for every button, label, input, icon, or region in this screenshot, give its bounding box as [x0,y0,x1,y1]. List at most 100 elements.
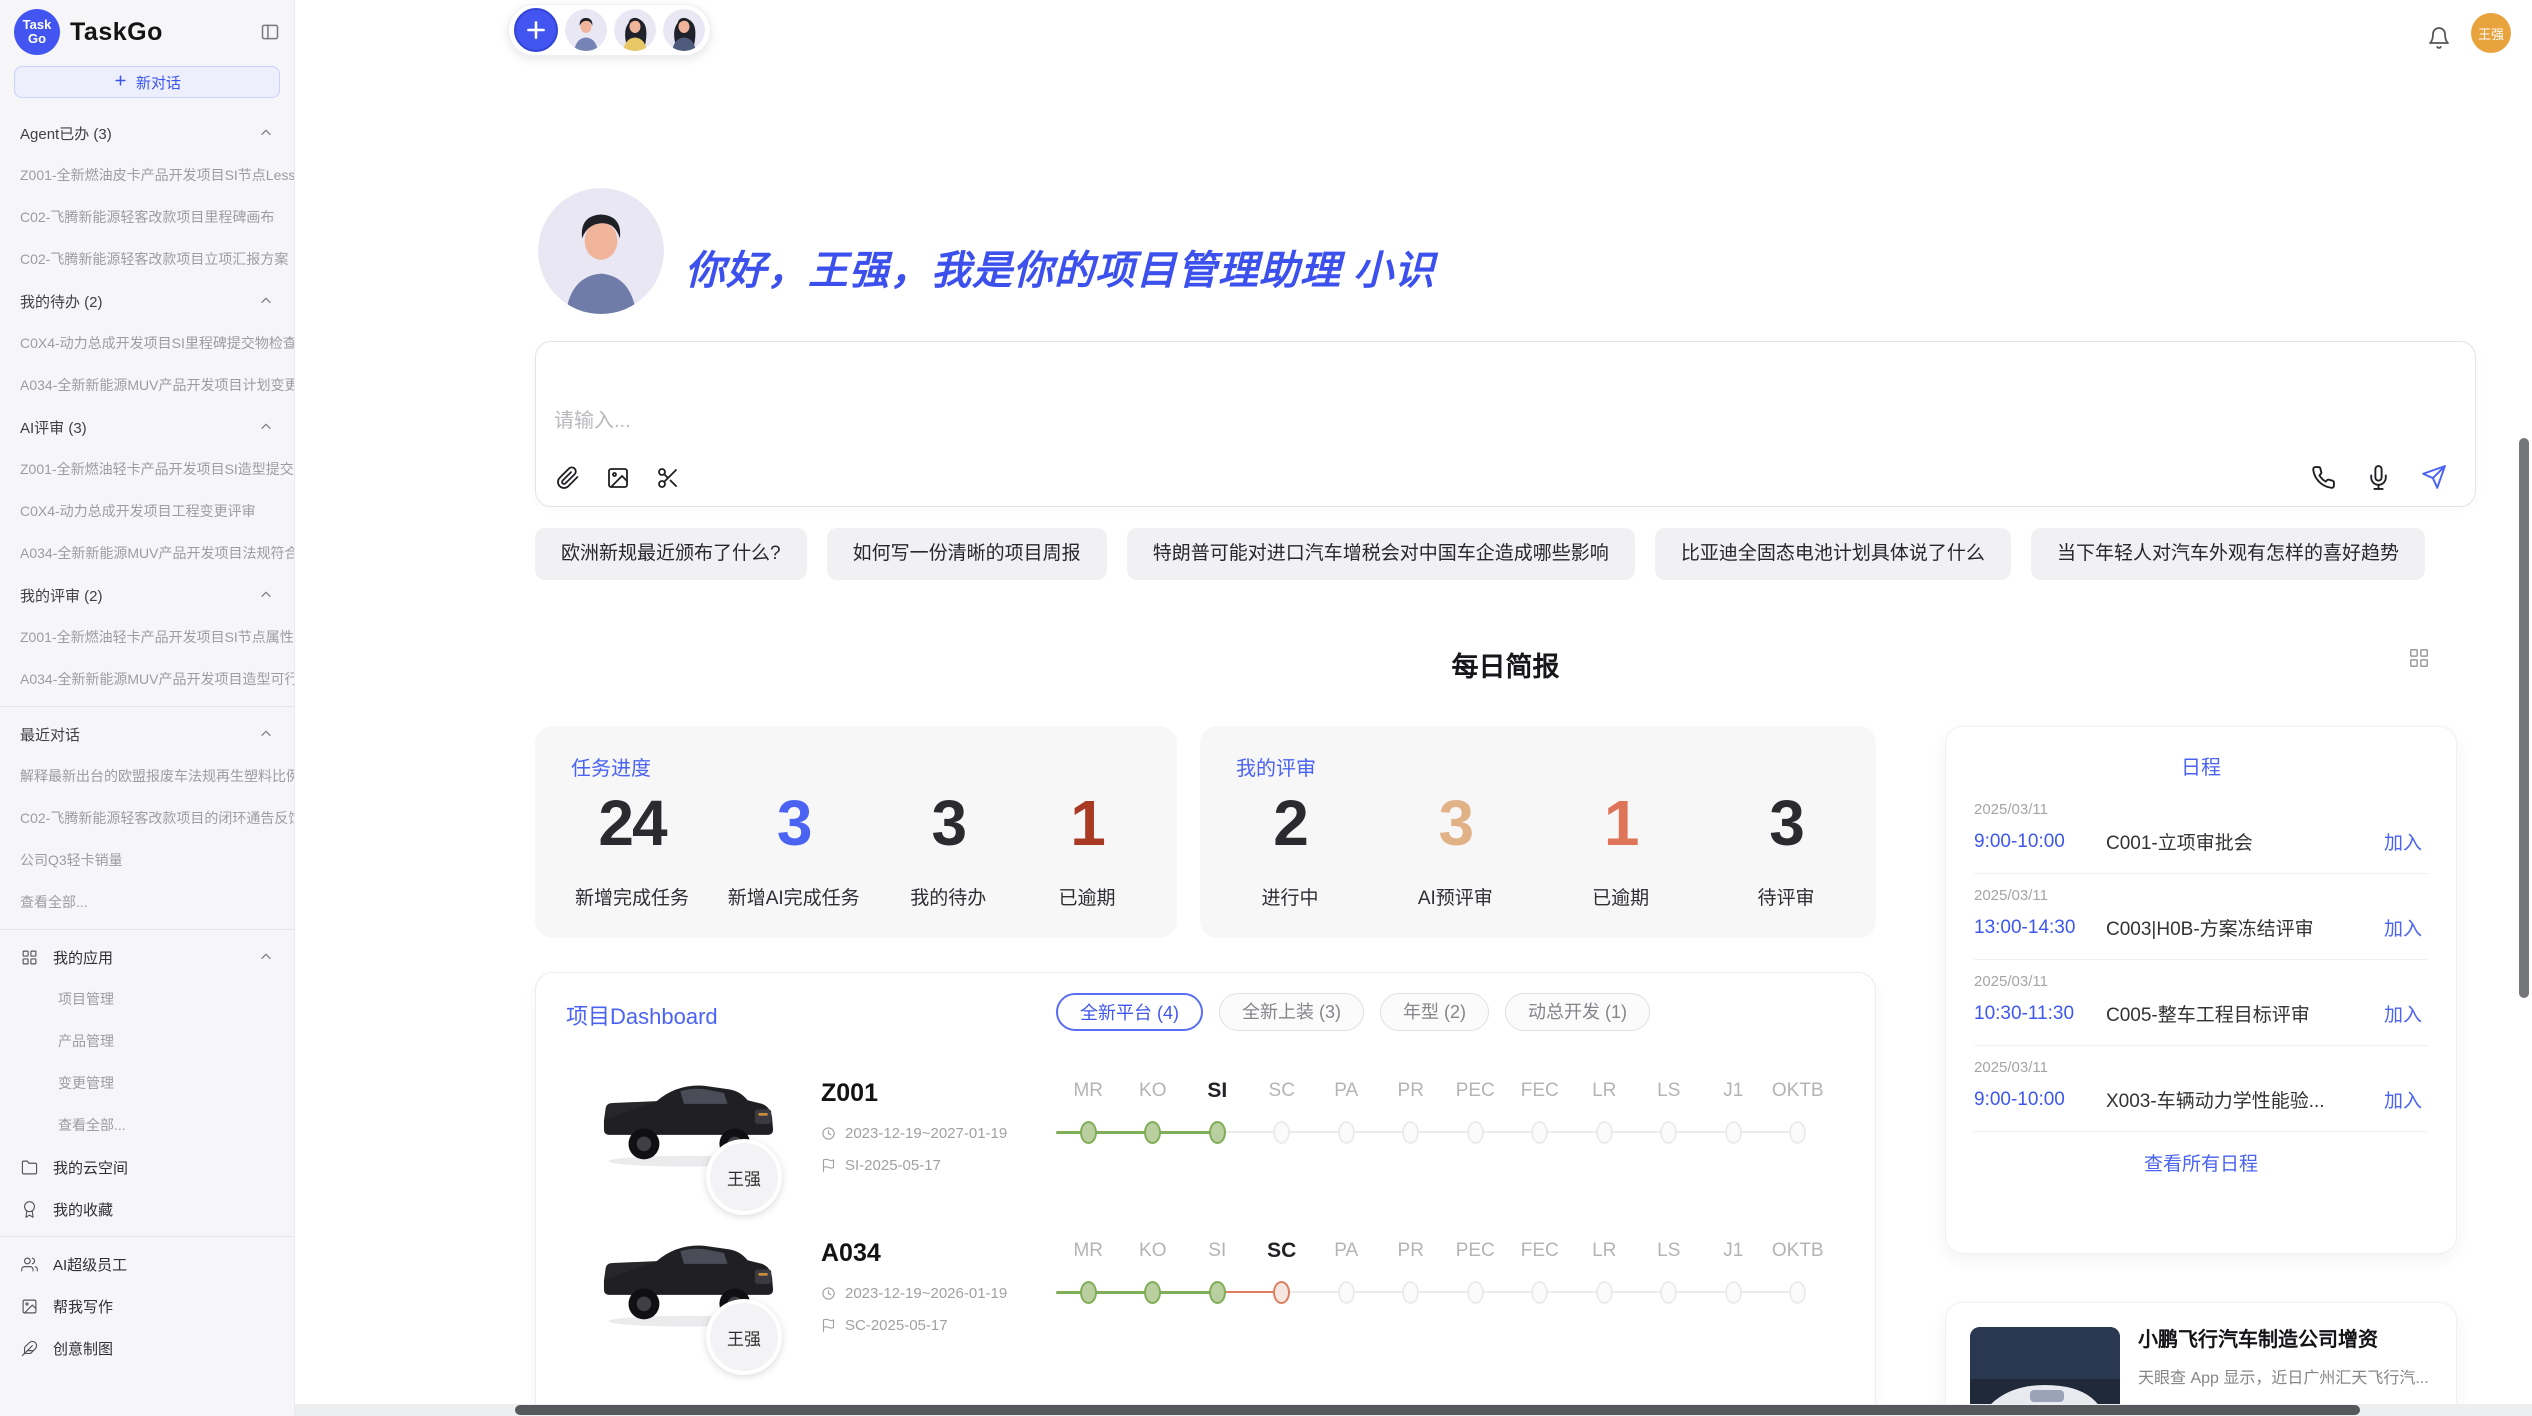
project-filter-chip[interactable]: 全新上装 (3) [1219,993,1364,1031]
stat-label: 待评审 [1757,883,1814,910]
notification-bell-icon[interactable] [2427,26,2451,55]
milestone-label: SI [1185,1237,1250,1265]
agent-avatar[interactable] [565,9,607,51]
schedule-item: 2025/03/119:00-10:00C001-立项审批会加入 [1974,788,2428,874]
new-chat-button[interactable]: 新对话 [14,66,280,98]
project-date-range: 2023-12-19~2026-01-19 [821,1285,1007,1302]
sidebar-item-help-me-write[interactable]: 帮我写作 [0,1285,294,1327]
recent-conversation-item[interactable]: 公司Q3轻卡销量 [0,839,294,881]
stat-value: 24 [598,791,665,855]
sidebar-group-header[interactable]: 我的待办 (2) [0,280,294,322]
sidebar-item-creative-drawing[interactable]: 创意制图 [0,1327,294,1369]
divider [0,929,294,930]
sidebar-item-favorites[interactable]: 我的收藏 [0,1188,294,1230]
stat-value: 2 [1273,791,1307,855]
sidebar-task-item[interactable]: A034-全新新能源MUV产品开发项目法规符合性评审 [0,532,294,574]
assistant-avatar [538,188,664,314]
project-next-milestone: SI-2025-05-17 [821,1157,941,1174]
layout-grid-icon[interactable] [2408,647,2430,674]
greeting-text: 你好，王强，我是你的项目管理助理 小识 [685,238,1435,296]
view-all-schedule-link[interactable]: 查看所有日程 [1946,1132,2456,1193]
collapse-sidebar-icon[interactable] [260,22,280,42]
cloud-space-label: 我的云空间 [53,1157,128,1178]
join-meeting-link[interactable]: 加入 [2384,1086,2428,1113]
recent-conversation-item[interactable]: 解释最新出台的欧盟报废车法规再生塑料比例被调至15%... [0,755,294,797]
sidebar-group-title: Agent已办 (3) [20,123,112,144]
sidebar-task-item[interactable]: Z001-全新燃油皮卡产品开发项目SI节点Lesson Learn报告 [0,154,294,196]
project-code: Z001 [821,1079,878,1108]
add-agent-button[interactable] [514,8,558,52]
sidebar-recent-header[interactable]: 最近对话 [0,713,294,755]
recent-view-all-link[interactable]: 查看全部... [0,881,294,923]
suggestion-chips: 欧洲新规最近颁布了什么? 如何写一份清晰的项目周报特朗普可能对进口汽车增税会对中国… [535,528,2425,580]
milestone-label: KO [1121,1237,1186,1265]
sidebar-task-item[interactable]: A034-全新新能源MUV产品开发项目计划变更表编写 [0,364,294,406]
recent-conversation-item[interactable]: C02-飞腾新能源轻客改款项目的闭环通告反馈情况 [0,797,294,839]
app-sub-item[interactable]: 产品管理 [0,1020,294,1062]
stat-label: 新增AI完成任务 [728,883,860,910]
chevron-up-icon [258,726,274,742]
sidebar-group-header[interactable]: AI评审 (3) [0,406,294,448]
join-meeting-link[interactable]: 加入 [2384,828,2428,855]
sidebar-task-item[interactable]: Z001-全新燃油轻卡产品开发项目SI节点属性5D文件评审 [0,616,294,658]
sidebar-task-item[interactable]: Z001-全新燃油轻卡产品开发项目SI造型提交物评审 [0,448,294,490]
schedule-row: 9:00-10:00C001-立项审批会加入 [1974,828,2428,855]
suggestion-chip[interactable]: 当下年轻人对汽车外观有怎样的喜好趋势 [2031,528,2425,580]
chat-input[interactable] [554,404,1754,438]
news-card[interactable]: 小鹏飞行汽车制造公司增资 天眼查 App 显示，近日广州汇天飞行汽... [1945,1302,2457,1416]
schedule-date: 2025/03/11 [1974,1059,2428,1076]
agent-avatar[interactable] [614,9,656,51]
sidebar-item-cloud-space[interactable]: 我的云空间 [0,1146,294,1188]
sidebar-group-header[interactable]: Agent已办 (3) [0,112,294,154]
milestone-label: SI [1185,1077,1250,1105]
schedule-date: 2025/03/11 [1974,973,2428,990]
image-icon [20,1298,38,1315]
user-avatar[interactable]: 王强 [2471,13,2511,53]
sidebar-task-item[interactable]: C02-飞腾新能源轻客改款项目里程碑画布 [0,196,294,238]
award-icon [20,1201,38,1218]
sidebar-task-item[interactable]: C0X4-动力总成开发项目SI里程碑提交物检查 [0,322,294,364]
suggestion-chip[interactable]: 比亚迪全固态电池计划具体说了什么 [1655,528,2011,580]
milestone-dot [1531,1121,1548,1144]
sidebar-group-header[interactable]: 我的评审 (2) [0,574,294,616]
suggestion-chip[interactable]: 特朗普可能对进口汽车增税会对中国车企造成哪些影响 [1127,528,1635,580]
project-filter-chip[interactable]: 年型 (2) [1380,993,1489,1031]
app-sub-item[interactable]: 变更管理 [0,1062,294,1104]
schedule-row: 13:00-14:30C003|H0B-方案冻结评审加入 [1974,914,2428,941]
sidebar-item-ai-super-staff[interactable]: AI超级员工 [0,1243,294,1285]
project-code: A034 [821,1239,881,1268]
milestone-label: LS [1637,1077,1702,1105]
project-filter-chip[interactable]: 全新平台 (4) [1056,993,1203,1031]
send-icon[interactable] [2421,464,2447,490]
sidebar-task-item[interactable]: C02-飞腾新能源轻客改款项目立项汇报方案 [0,238,294,280]
sidebar-task-item[interactable]: A034-全新新能源MUV产品开发项目造型可行性评审 [0,658,294,700]
date-range-text: 2023-12-19~2026-01-19 [845,1285,1007,1302]
join-meeting-link[interactable]: 加入 [2384,914,2428,941]
screenshot-scissors-icon[interactable] [656,466,680,490]
chevron-up-icon [258,125,274,141]
milestone-dot [1467,1281,1484,1304]
milestone-label: MR [1056,1077,1121,1105]
vertical-scrollbar-thumb[interactable] [2519,438,2529,998]
horizontal-scrollbar-thumb[interactable] [515,1405,2360,1415]
apps-view-all-link[interactable]: 查看全部... [0,1104,294,1146]
project-owner-badge: 王强 [706,1299,782,1375]
suggestion-chip[interactable]: 如何写一份清晰的项目周报 [827,528,1107,580]
microphone-icon[interactable] [2366,465,2391,490]
agent-avatar[interactable] [663,9,705,51]
image-upload-icon[interactable] [606,466,630,490]
divider [0,1236,294,1237]
sidebar-item-my-apps[interactable]: 我的应用 [0,936,294,978]
project-filter-chip[interactable]: 动总开发 (1) [1505,993,1650,1031]
sidebar-task-item[interactable]: C0X4-动力总成开发项目工程变更评审 [0,490,294,532]
join-meeting-link[interactable]: 加入 [2384,1000,2428,1027]
stat-value: 3 [1769,791,1803,855]
attachment-icon[interactable] [556,466,580,490]
voice-call-icon[interactable] [2311,465,2336,490]
project-date-range: 2023-12-19~2027-01-19 [821,1125,1007,1142]
tool-label: 创意制图 [53,1338,113,1359]
chevron-up-icon [258,587,274,603]
suggestion-chip[interactable]: 欧洲新规最近颁布了什么? [535,528,807,580]
app-sub-item[interactable]: 项目管理 [0,978,294,1020]
milestone-label: SC [1250,1077,1315,1105]
